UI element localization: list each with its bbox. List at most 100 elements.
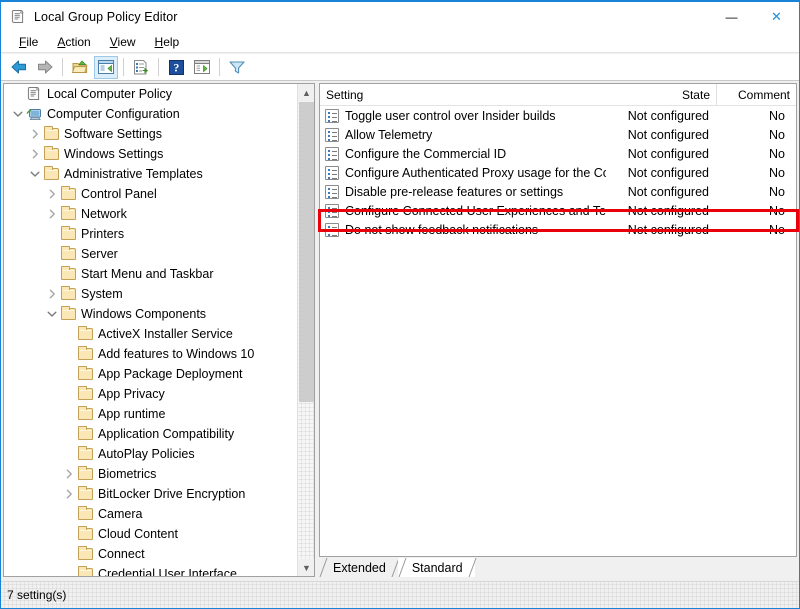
chevron-right-icon[interactable]: [27, 126, 43, 142]
export-list-icon[interactable]: [129, 56, 153, 79]
twisty-spacer: [61, 526, 77, 542]
tree-vertical-scrollbar[interactable]: ▲ ▼: [297, 84, 314, 576]
setting-name-cell: Configure Connected User Experiences and…: [320, 204, 606, 218]
table-row[interactable]: Configure Connected User Experiences and…: [320, 201, 796, 220]
chevron-down-icon[interactable]: [10, 106, 26, 122]
twisty-spacer: [10, 86, 26, 102]
menu-item-file[interactable]: File: [10, 33, 48, 51]
tree-item[interactable]: Network: [4, 204, 297, 224]
chevron-right-icon[interactable]: [44, 186, 60, 202]
chevron-right-icon[interactable]: [61, 466, 77, 482]
settings-list[interactable]: Toggle user control over Insider buildsN…: [320, 106, 796, 239]
tree-item-label: Network: [81, 207, 133, 221]
table-row[interactable]: Do not show feedback notificationsNot co…: [320, 220, 796, 239]
close-icon: ✕: [771, 10, 782, 23]
tree-item[interactable]: Camera: [4, 504, 297, 524]
show-hide-console-tree-icon[interactable]: [94, 56, 118, 79]
tree-item[interactable]: Connect: [4, 544, 297, 564]
chevron-right-icon[interactable]: [44, 206, 60, 222]
menu-item-view[interactable]: View: [101, 33, 146, 51]
console-tree[interactable]: Local Computer PolicyComputer Configurat…: [4, 84, 297, 576]
tree-item[interactable]: Application Compatibility: [4, 424, 297, 444]
tree-item-label: Connect: [98, 547, 151, 561]
table-row[interactable]: Allow TelemetryNot configuredNo: [320, 125, 796, 144]
tree-item[interactable]: Computer Configuration: [4, 104, 297, 124]
tree-item[interactable]: Printers: [4, 224, 297, 244]
tree-item[interactable]: Server: [4, 244, 297, 264]
table-row[interactable]: Configure Authenticated Proxy usage for …: [320, 163, 796, 182]
twisty-spacer: [44, 226, 60, 242]
twisty-spacer: [61, 406, 77, 422]
filter-icon[interactable]: [225, 56, 249, 79]
chevron-down-icon[interactable]: [27, 166, 43, 182]
tree-item[interactable]: Add features to Windows 10: [4, 344, 297, 364]
tree-item[interactable]: Windows Settings: [4, 144, 297, 164]
twisty-spacer: [61, 386, 77, 402]
folder-icon: [60, 306, 77, 322]
tree-item-label: App Privacy: [98, 387, 171, 401]
title-bar: Local Group Policy Editor — ✕: [1, 2, 799, 31]
chevron-right-icon[interactable]: [61, 486, 77, 502]
policy-setting-icon: [325, 147, 339, 161]
folder-icon: [60, 186, 77, 202]
tree-item[interactable]: Credential User Interface: [4, 564, 297, 576]
folder-icon: [77, 346, 94, 362]
show-hide-action-pane-icon[interactable]: [190, 56, 214, 79]
tree-item[interactable]: ActiveX Installer Service: [4, 324, 297, 344]
back-icon[interactable]: [7, 56, 31, 79]
column-header-setting[interactable]: Setting: [320, 84, 606, 106]
scroll-down-arrow-icon[interactable]: ▼: [298, 559, 315, 576]
content-area: Local Computer PolicyComputer Configurat…: [1, 81, 799, 579]
tree-item[interactable]: AutoPlay Policies: [4, 444, 297, 464]
close-button[interactable]: ✕: [754, 2, 799, 31]
up-one-level-icon[interactable]: [68, 56, 92, 79]
tree-item-label: Windows Components: [81, 307, 212, 321]
tree-item[interactable]: BitLocker Drive Encryption: [4, 484, 297, 504]
tree-item[interactable]: App runtime: [4, 404, 297, 424]
menu-item-help[interactable]: Help: [146, 33, 190, 51]
folder-icon: [77, 386, 94, 402]
tab-extended[interactable]: Extended: [319, 558, 398, 577]
table-row[interactable]: Configure the Commercial IDNot configure…: [320, 144, 796, 163]
chevron-right-icon[interactable]: [44, 286, 60, 302]
tree-item[interactable]: Biometrics: [4, 464, 297, 484]
tree-item[interactable]: Control Panel: [4, 184, 297, 204]
column-header-comment[interactable]: Comment: [716, 84, 796, 106]
tree-item[interactable]: Local Computer Policy: [4, 84, 297, 104]
tree-item[interactable]: Windows Components: [4, 304, 297, 324]
tree-item[interactable]: App Package Deployment: [4, 364, 297, 384]
column-header-state[interactable]: State: [606, 84, 716, 106]
table-row[interactable]: Disable pre-release features or settings…: [320, 182, 796, 201]
tree-item[interactable]: Cloud Content: [4, 524, 297, 544]
tree-item[interactable]: Administrative Templates: [4, 164, 297, 184]
tree-item[interactable]: App Privacy: [4, 384, 297, 404]
forward-icon[interactable]: [33, 56, 57, 79]
window-controls: — ✕: [709, 2, 799, 31]
tree-item[interactable]: Start Menu and Taskbar: [4, 264, 297, 284]
comment-cell: No: [716, 109, 796, 123]
table-row[interactable]: Toggle user control over Insider buildsN…: [320, 106, 796, 125]
toolbar-separator: [158, 58, 159, 76]
computer-icon: [26, 106, 43, 122]
tree-item-label: AutoPlay Policies: [98, 447, 201, 461]
tree-item-label: Start Menu and Taskbar: [81, 267, 219, 281]
help-icon[interactable]: ?: [164, 56, 188, 79]
folder-icon: [77, 466, 94, 482]
tab-standard[interactable]: Standard: [398, 558, 475, 577]
status-text: 7 setting(s): [7, 588, 66, 602]
chevron-right-icon[interactable]: [27, 146, 43, 162]
twisty-spacer: [61, 546, 77, 562]
scroll-up-arrow-icon[interactable]: ▲: [298, 84, 315, 101]
tree-item[interactable]: Software Settings: [4, 124, 297, 144]
tree-item-label: Software Settings: [64, 127, 168, 141]
window-title: Local Group Policy Editor: [34, 10, 178, 24]
menu-item-action[interactable]: Action: [48, 33, 100, 51]
folder-icon: [43, 146, 60, 162]
comment-cell: No: [716, 223, 796, 237]
minimize-button[interactable]: —: [709, 2, 754, 31]
tree-item-label: Control Panel: [81, 187, 163, 201]
tree-item[interactable]: System: [4, 284, 297, 304]
folder-icon: [43, 166, 60, 182]
chevron-down-icon[interactable]: [44, 306, 60, 322]
scrollbar-thumb[interactable]: [299, 102, 314, 402]
